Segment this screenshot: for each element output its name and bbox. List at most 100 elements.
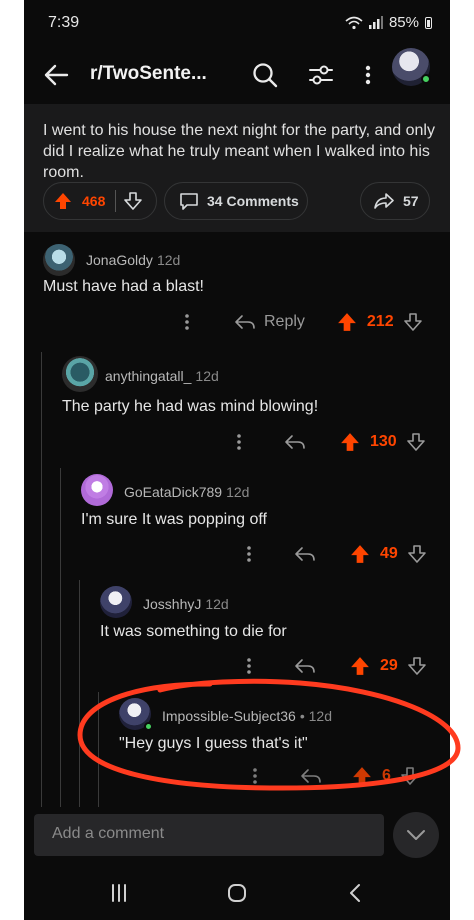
nav-recents-icon (112, 884, 126, 902)
reply-icon[interactable] (284, 434, 306, 450)
top-app-bar: r/TwoSente... (24, 46, 450, 104)
comment-4: JosshhyJ 12d It was something to die for … (24, 582, 450, 688)
comment-score: 6 (382, 767, 391, 784)
avatar[interactable] (43, 244, 75, 276)
status-time: 7:39 (48, 14, 80, 31)
search-icon (253, 63, 278, 88)
username-text: anythingatall_ (105, 368, 192, 384)
comment-username[interactable]: anythingatall_ 12d (105, 368, 219, 384)
upvote-icon[interactable] (54, 192, 72, 210)
post-text: I went to his house the next night for t… (43, 122, 435, 181)
signal-icon (368, 16, 383, 29)
more-vertical-icon[interactable] (236, 433, 242, 451)
comment-age: 12d (205, 596, 229, 612)
username-text: GoEataDick789 (124, 484, 223, 500)
avatar[interactable] (119, 698, 153, 731)
status-bar: 7:39 85% (24, 0, 450, 46)
reply-icon[interactable] (294, 658, 316, 674)
reply-button[interactable]: Reply (264, 313, 305, 331)
wifi-icon (345, 16, 363, 29)
reply-icon[interactable] (234, 314, 256, 330)
expand-button[interactable] (393, 812, 439, 858)
comment-2: anythingatall_ 12d The party he had was m… (24, 352, 450, 462)
downvote-icon[interactable] (401, 767, 419, 785)
comment-username[interactable]: Impossible-Subject36 • 12d (162, 708, 332, 724)
share-button[interactable]: 57 (360, 182, 430, 220)
filter-button[interactable] (306, 60, 336, 90)
comment-age: • 12d (299, 708, 333, 724)
battery-percent: 85% (388, 14, 419, 31)
username-text: JonaGoldy (86, 252, 153, 268)
username-text: Impossible-Subject36 (162, 708, 296, 724)
upvote-icon[interactable] (340, 432, 360, 452)
back-arrow-icon (44, 64, 69, 86)
post-vote-count: 468 (82, 193, 106, 209)
online-indicator (144, 722, 153, 731)
comment-actions: 130 (236, 432, 425, 452)
more-vertical-icon[interactable] (252, 767, 258, 785)
username-text: JosshhyJ (143, 596, 202, 612)
downvote-icon[interactable] (406, 433, 425, 451)
upvote-icon[interactable] (337, 312, 357, 332)
reply-icon[interactable] (294, 546, 316, 562)
comment-text: It was something to die for (100, 623, 287, 640)
post-vote-bar: 468 (43, 182, 157, 220)
more-vertical-icon (365, 65, 371, 85)
back-button[interactable] (40, 60, 72, 90)
downvote-icon[interactable] (407, 657, 426, 675)
nav-recents-button[interactable] (106, 880, 132, 906)
more-vertical-icon[interactable] (184, 313, 190, 331)
search-button[interactable] (250, 60, 280, 90)
upvote-icon[interactable] (350, 544, 370, 564)
more-vertical-icon[interactable] (246, 657, 252, 675)
comment-text: I'm sure It was popping off (81, 511, 267, 528)
comment-username[interactable]: JonaGoldy 12d (86, 252, 180, 268)
nav-home-button[interactable] (224, 880, 250, 906)
comment-username[interactable]: JosshhyJ 12d (143, 596, 229, 612)
upvote-icon[interactable] (352, 766, 372, 786)
system-nav-bar (24, 866, 450, 920)
comment-age: 12d (156, 252, 181, 268)
battery-icon (425, 16, 432, 29)
online-indicator (421, 74, 431, 84)
upvote-icon[interactable] (350, 656, 370, 676)
comment-text: Must have had a blast! (43, 278, 204, 295)
comments-count-label: 34 Comments (207, 193, 299, 209)
comment-age: 12d (226, 484, 250, 500)
downvote-icon[interactable] (407, 545, 426, 563)
nav-back-button[interactable] (342, 880, 368, 906)
subreddit-title[interactable]: r/TwoSente... (90, 63, 207, 85)
vote-divider (115, 190, 117, 212)
reply-icon[interactable] (300, 768, 322, 784)
add-comment-input[interactable]: Add a comment (34, 814, 384, 856)
comment-score: 49 (380, 545, 398, 562)
avatar[interactable] (62, 356, 98, 392)
avatar[interactable] (100, 586, 132, 618)
comment-text: The party he had was mind blowing! (62, 398, 319, 415)
comments-button[interactable]: 34 Comments (164, 182, 308, 220)
user-avatar[interactable] (392, 48, 431, 86)
status-icons: 85% (345, 14, 432, 31)
nav-back-icon (350, 884, 360, 902)
overflow-menu-button[interactable] (358, 60, 378, 90)
downvote-icon[interactable] (124, 192, 143, 210)
comment-1: JonaGoldy 12d Must have had a blast! Repl… (24, 240, 450, 340)
comment-score: 130 (370, 433, 397, 450)
comment-actions: Reply 212 (184, 312, 422, 332)
share-count: 57 (403, 193, 419, 209)
share-icon (374, 193, 394, 209)
comment-score: 29 (380, 657, 398, 674)
nav-home-icon (228, 884, 246, 902)
more-vertical-icon[interactable] (246, 545, 252, 563)
chevron-down-icon (407, 830, 425, 840)
comment-actions: 49 (246, 544, 426, 564)
comment-age: 12d (195, 368, 219, 384)
filter-icon (309, 65, 333, 85)
downvote-icon[interactable] (403, 313, 422, 331)
comment-icon (180, 193, 198, 210)
comment-username[interactable]: GoEataDick789 12d (124, 484, 249, 500)
avatar[interactable] (81, 474, 113, 506)
comment-text: "Hey guys I guess that's it" (119, 735, 308, 752)
comment-3: GoEataDick789 12d I'm sure It was popping… (24, 470, 450, 576)
comment-actions: 6 (252, 766, 419, 786)
